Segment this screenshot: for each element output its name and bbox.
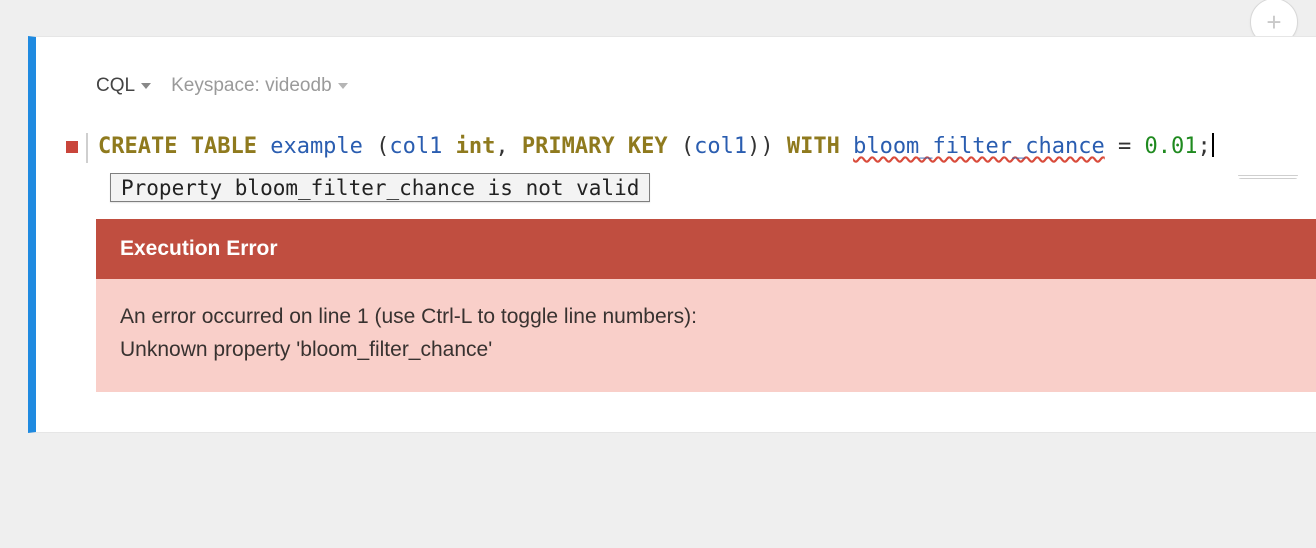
pk-paren-open: (	[668, 134, 695, 159]
pk-paren-close: ))	[747, 134, 774, 159]
column-name: col1	[389, 134, 455, 159]
code-line: CREATE TABLE example (col1 int, PRIMARY …	[86, 133, 1214, 163]
chevron-down-icon	[338, 83, 348, 89]
keyspace-label: Keyspace: videodb	[171, 75, 332, 97]
plus-icon: +	[1266, 9, 1281, 35]
keyword-with: WITH	[774, 134, 853, 159]
keyspace-dropdown[interactable]: Keyspace: videodb	[171, 75, 348, 97]
pk-column: col1	[694, 134, 747, 159]
cell-header: CQL Keyspace: videodb	[96, 75, 1316, 97]
equals: =	[1105, 134, 1145, 159]
error-title: Execution Error	[96, 219, 1316, 279]
validation-tooltip: Property bloom_filter_chance is not vali…	[110, 173, 650, 202]
error-gutter-marker	[66, 141, 78, 153]
error-line-1: An error occurred on line 1 (use Ctrl-L …	[120, 301, 1292, 334]
comma: ,	[495, 134, 522, 159]
column-type: int	[456, 134, 496, 159]
paren-open: (	[363, 134, 390, 159]
error-body: An error occurred on line 1 (use Ctrl-L …	[96, 279, 1316, 392]
error-line-2: Unknown property 'bloom_filter_chance'	[120, 334, 1292, 367]
keyword-create-table: CREATE TABLE	[98, 134, 257, 159]
semicolon: ;	[1197, 134, 1210, 159]
language-dropdown[interactable]: CQL	[96, 75, 151, 97]
language-label: CQL	[96, 75, 135, 97]
code-editor[interactable]: CREATE TABLE example (col1 int, PRIMARY …	[96, 133, 1316, 163]
notebook-cell: CQL Keyspace: videodb CREATE TABLE examp…	[28, 36, 1316, 433]
chevron-down-icon	[141, 83, 151, 89]
property-name-invalid: bloom_filter_chance	[853, 134, 1105, 159]
property-value: 0.01	[1145, 134, 1198, 159]
tooltip-text: Property bloom_filter_chance is not vali…	[121, 176, 639, 200]
table-name: example	[270, 134, 363, 159]
text-cursor	[1212, 133, 1214, 157]
keyword-primary-key: PRIMARY KEY	[522, 134, 668, 159]
resize-handle-icon[interactable]	[1238, 173, 1298, 179]
error-panel: Execution Error An error occurred on lin…	[96, 219, 1316, 392]
